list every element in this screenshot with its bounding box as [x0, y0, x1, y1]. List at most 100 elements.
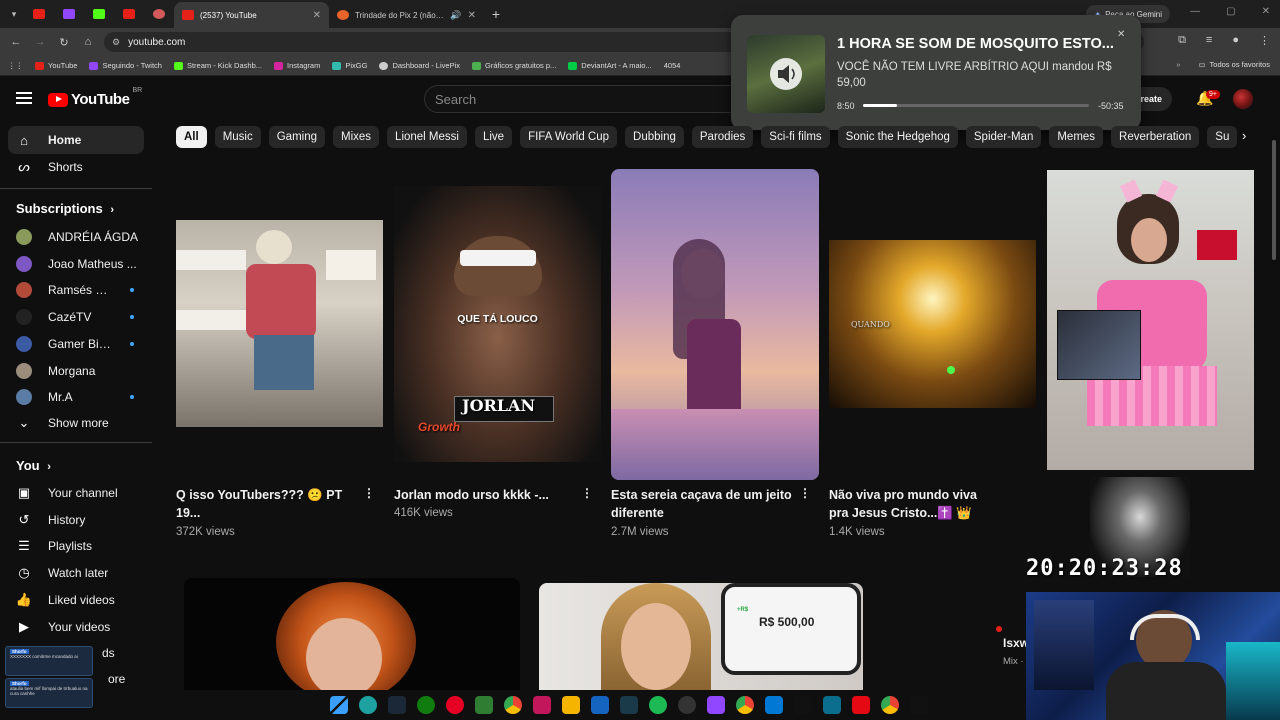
home-icon[interactable]: ⌂ — [76, 36, 100, 48]
folder-icon[interactable] — [562, 696, 580, 714]
filter-chip[interactable]: Parodies — [691, 126, 754, 148]
extensions-icon[interactable]: ⧉ — [1178, 34, 1186, 47]
search-input[interactable]: Search — [424, 85, 744, 113]
account-avatar[interactable] — [1233, 89, 1253, 109]
chevron-right-icon[interactable]: › — [1242, 128, 1246, 143]
obs-icon[interactable] — [678, 696, 696, 714]
filter-chip[interactable]: Music — [214, 126, 261, 148]
video-title[interactable]: Jorlan modo urso kkkk -... — [394, 486, 564, 504]
tiktok-icon[interactable] — [794, 696, 812, 714]
sidebar-subscription-item[interactable]: Gamer Bison... — [8, 330, 144, 358]
sidebar-item-channel[interactable]: ▣ Your channel — [8, 479, 144, 507]
profile-icon[interactable]: ● — [1232, 34, 1239, 47]
new-tab-button[interactable]: + — [484, 6, 508, 22]
video-thumbnail[interactable]: +R$ R$ 500,00 — [539, 583, 863, 690]
capcut-icon[interactable] — [620, 696, 638, 714]
xbox-icon[interactable] — [417, 696, 435, 714]
tab-search-icon[interactable]: ▾ — [4, 4, 24, 24]
maximize-icon[interactable]: ▢ — [1226, 6, 1235, 17]
audio-playing-icon[interactable]: 🔊 — [450, 10, 461, 21]
page-scrollbar[interactable] — [1272, 140, 1276, 260]
filter-chip[interactable]: Su — [1207, 126, 1238, 148]
app-icon[interactable] — [475, 696, 493, 714]
bookmark-kick[interactable]: Stream - Kick Dashb... — [168, 61, 268, 70]
app-icon[interactable] — [910, 696, 928, 714]
sidebar-item-liked[interactable]: 👍 Liked videos — [8, 586, 144, 614]
reload-icon[interactable]: ↻ — [52, 36, 76, 49]
video-thumbnail[interactable] — [1047, 170, 1254, 470]
video-thumbnail[interactable] — [184, 578, 520, 690]
filter-chip[interactable]: Spider-Man — [965, 126, 1042, 148]
netflix-icon[interactable] — [852, 696, 870, 714]
tab-youtube-active[interactable]: (2537) YouTube ✕ — [174, 2, 329, 28]
guide-menu-icon[interactable] — [16, 92, 32, 104]
bookmark-4054[interactable]: 4054 — [658, 61, 687, 70]
bookmark-livepix[interactable]: Dashboard - LivePix — [373, 61, 466, 70]
back-icon[interactable]: ← — [4, 36, 28, 48]
bookmark-instagram[interactable]: Instagram — [268, 61, 326, 70]
filter-chip[interactable]: FIFA World Cup — [520, 126, 618, 148]
filter-chip[interactable]: Sonic the Hedgehog — [837, 126, 958, 148]
chrome-icon[interactable] — [504, 696, 522, 714]
menu-icon[interactable]: ⋮ — [1259, 34, 1270, 47]
chrome-icon[interactable] — [736, 696, 754, 714]
filter-chip[interactable]: Dubbing — [625, 126, 684, 148]
app-icon[interactable] — [823, 696, 841, 714]
sidebar-item-watch-later[interactable]: ◷ Watch later — [8, 559, 144, 587]
minimize-icon[interactable]: — — [1190, 6, 1200, 17]
close-window-icon[interactable]: ✕ — [1262, 6, 1270, 17]
close-popup-icon[interactable]: ✕ — [1117, 29, 1125, 40]
store-icon[interactable] — [765, 696, 783, 714]
notepad-icon[interactable] — [591, 696, 609, 714]
video-thumbnail[interactable]: QUE TÁ LOUCO JORLAN Growth — [394, 186, 601, 462]
sidebar-item-history[interactable]: ↺ History — [8, 506, 144, 534]
sidebar-subscription-item[interactable]: Morgana — [8, 357, 144, 385]
filter-chip[interactable]: Mixes — [333, 126, 380, 148]
filter-chip[interactable]: Gaming — [268, 126, 326, 148]
steam-icon[interactable] — [388, 696, 406, 714]
filter-chip[interactable]: Memes — [1049, 126, 1104, 148]
video-title[interactable]: Q isso YouTubers??? 😕 PT 19... — [176, 486, 356, 522]
pinterest-icon[interactable] — [446, 696, 464, 714]
pinned-tab-youtube[interactable] — [24, 0, 54, 28]
pinned-tab-kick[interactable] — [84, 0, 114, 28]
subscriptions-heading[interactable]: Subscriptions › — [16, 201, 114, 216]
youtube-logo[interactable]: YouTube BR — [48, 87, 142, 108]
more-bookmarks-icon[interactable]: » — [1176, 60, 1180, 69]
more-actions-icon[interactable]: ⋮ — [799, 486, 811, 500]
bookmark-twitch[interactable]: Seguindo - Twitch — [83, 61, 167, 70]
filter-chip[interactable]: Sci-fi films — [761, 126, 830, 148]
video-title[interactable]: Não viva pro mundo viva pra Jesus Cristo… — [829, 486, 993, 522]
more-actions-icon[interactable]: ⋮ — [363, 486, 375, 500]
show-more-button[interactable]: ⌄ Show more — [8, 409, 144, 437]
filter-chip[interactable]: Lionel Messi — [387, 126, 467, 148]
bookmark-graficos[interactable]: Gráficos gratuitos p... — [466, 61, 562, 70]
site-info-icon[interactable]: ⚙ — [112, 37, 120, 48]
video-thumbnail[interactable] — [611, 169, 819, 480]
filter-chip[interactable]: All — [176, 126, 207, 148]
pinned-tab-twitch[interactable] — [54, 0, 84, 28]
sidebar-subscription-item[interactable]: Joao Matheus ... — [8, 250, 144, 278]
tab-pix[interactable]: Trindade do Pix 2 (não é 10( 🔊 ✕ — [329, 2, 484, 28]
twitch-icon[interactable] — [707, 696, 725, 714]
all-bookmarks-folder[interactable]: » ▭ Todos os favoritos — [1176, 60, 1270, 69]
adobe-icon[interactable] — [533, 696, 551, 714]
spotify-icon[interactable] — [649, 696, 667, 714]
sidebar-subscription-item[interactable]: ANDRÉIA ÁGDA — [8, 223, 144, 251]
filter-chip[interactable]: Live — [474, 126, 513, 148]
video-thumbnail[interactable] — [176, 220, 383, 427]
filter-chip[interactable]: Reverberation — [1111, 126, 1200, 148]
sidebar-item-home[interactable]: ⌂ Home — [8, 126, 144, 154]
video-title[interactable]: Esta sereia caçava de um jeito diferente — [611, 486, 801, 522]
bookmark-deviantart[interactable]: DeviantArt - A maio... — [562, 61, 657, 70]
chrome-icon[interactable] — [881, 696, 899, 714]
close-tab-icon[interactable]: ✕ — [468, 10, 476, 21]
start-icon[interactable] — [330, 696, 348, 714]
media-popup[interactable]: 1 HORA SE SOM DE MOSQUITO ESTO... VOCÊ N… — [731, 15, 1141, 130]
sidebar-item-shorts[interactable]: ᔕ Shorts — [8, 153, 144, 181]
close-tab-icon[interactable]: ✕ — [313, 10, 321, 21]
bookmark-pixgg[interactable]: PixGG — [326, 61, 373, 70]
apps-icon[interactable]: ⋮⋮ — [0, 61, 29, 70]
sidebar-item-playlists[interactable]: ☰ Playlists — [8, 532, 144, 560]
media-control-icon[interactable]: ≡ — [1206, 34, 1212, 47]
